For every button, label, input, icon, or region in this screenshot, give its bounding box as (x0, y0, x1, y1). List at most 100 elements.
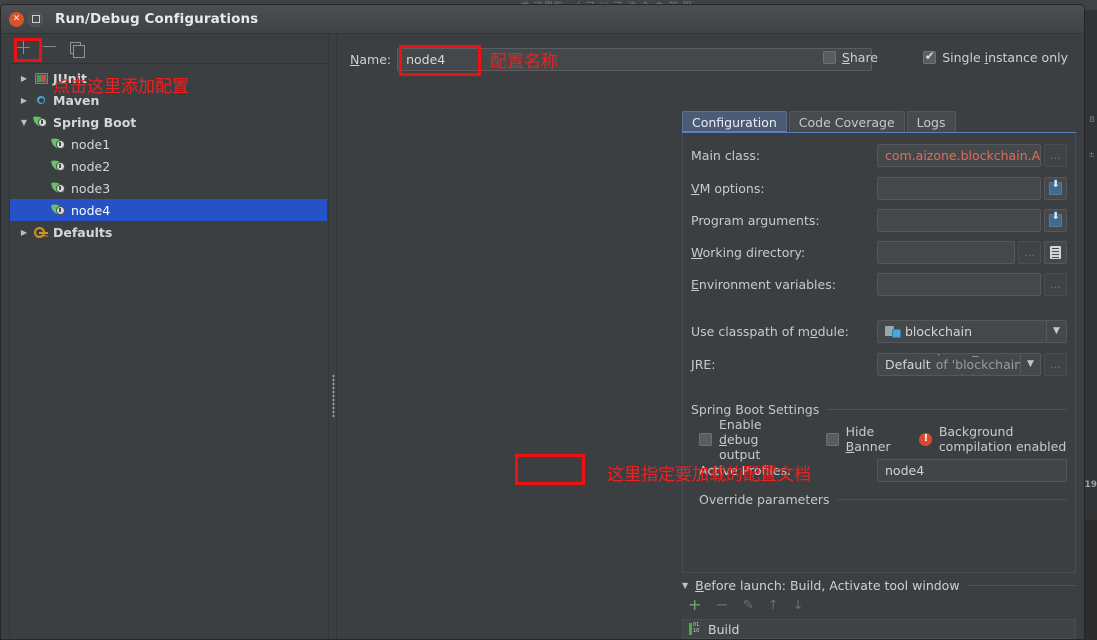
use-classpath-row: Use classpath of module: blockchain ▼ (691, 319, 1067, 343)
configurations-left-panel: + − 点击这里添加配置 ▶ JUnit ▶ Maven ▼ Spring Boot nod… (1, 34, 328, 639)
tree-item-node4[interactable]: node4 (10, 199, 327, 221)
hide-banner-checkbox[interactable] (825, 432, 839, 446)
spring-boot-icon (50, 203, 68, 217)
tree-item-label: node2 (71, 158, 111, 174)
minus-icon: − (41, 33, 58, 58)
background-glyph-2: ± (1088, 150, 1095, 159)
environment-variables-browse-button[interactable]: ... (1044, 272, 1067, 296)
main-class-row: Main class: com.aizone.blockchain.Applic… (691, 143, 1067, 167)
add-configuration-button[interactable]: + (15, 37, 32, 57)
name-input-value: node4 (406, 51, 446, 67)
chevron-down-icon[interactable]: ▼ (682, 581, 688, 590)
working-directory-macros-button[interactable] (1044, 240, 1067, 264)
before-launch-header[interactable]: ▼ Before launch: Build, Activate tool wi… (682, 577, 1076, 593)
defaults-icon (32, 226, 50, 239)
program-arguments-label: Program arguments: (691, 212, 820, 228)
background-glyph-1: B (1089, 115, 1096, 124)
use-classpath-combo[interactable]: blockchain ▼ (877, 319, 1067, 343)
vm-options-input[interactable] (877, 176, 1041, 200)
tree-item-spring-boot[interactable]: ▼ Spring Boot (10, 111, 327, 133)
program-arguments-expand-button[interactable] (1044, 208, 1067, 232)
working-directory-browse-button[interactable]: ... (1018, 240, 1041, 264)
chevron-right-icon[interactable]: ▶ (16, 96, 32, 105)
before-launch-move-down-button[interactable]: ↓ (793, 599, 804, 612)
name-input[interactable]: node4 (397, 47, 873, 71)
tree-item-label: node3 (71, 180, 111, 196)
working-directory-input[interactable] (877, 240, 1015, 264)
before-launch-edit-button[interactable]: ✎ (743, 599, 754, 612)
copy-icon (70, 41, 85, 58)
enable-debug-output-checkbox[interactable] (699, 432, 712, 446)
vm-options-expand-button[interactable] (1044, 176, 1067, 200)
remove-configuration-button[interactable]: − (41, 33, 58, 58)
tree-item-node1[interactable]: node1 (10, 133, 327, 155)
tree-item-defaults[interactable]: ▶ Defaults (10, 221, 327, 243)
active-profiles-input[interactable]: node4 (877, 458, 1067, 482)
vm-options-row: VM options: (691, 176, 1067, 200)
before-launch-item-build[interactable]: Build (683, 620, 1075, 638)
share-checkbox[interactable]: Share (822, 50, 878, 65)
maximize-icon[interactable] (28, 11, 43, 27)
jre-row: JRE: Default (1.8.0_60 - SDK of 'blockch… (691, 352, 1067, 376)
jre-combo[interactable]: Default (1.8.0_60 - SDK of 'blockchain' … (877, 352, 1041, 376)
chevron-down-icon[interactable]: ▼ (1020, 353, 1040, 375)
tree-item-label: node1 (71, 136, 111, 152)
before-launch-add-button[interactable]: + (688, 597, 701, 613)
chevron-right-icon[interactable]: ▶ (16, 228, 32, 237)
environment-variables-row: Environment variables: ... (691, 272, 1067, 296)
environment-variables-input[interactable] (877, 272, 1041, 296)
active-profiles-highlight-box (515, 454, 585, 485)
enable-debug-output-label: Enable debug output (719, 416, 762, 462)
tab-configuration[interactable]: Configuration (682, 111, 787, 133)
configuration-tabs[interactable]: Configuration Code Coverage Logs (682, 111, 956, 133)
module-icon (885, 325, 901, 338)
spring-boot-settings-title: Spring Boot Settings (691, 401, 820, 417)
use-classpath-value: blockchain (905, 323, 973, 339)
panel-splitter[interactable] (328, 34, 337, 639)
environment-variables-label: Environment variables: (691, 276, 836, 292)
jre-value: Default (885, 356, 931, 372)
maven-icon (32, 94, 50, 106)
dialog-body: + − 点击这里添加配置 ▶ JUnit ▶ Maven ▼ Spring Boot nod… (1, 34, 1084, 639)
main-class-input[interactable]: com.aizone.blockchain.Application (877, 143, 1041, 167)
close-icon[interactable]: ✕ (9, 11, 24, 27)
expand-icon (1049, 212, 1062, 227)
before-launch-item-label: Build (708, 621, 740, 637)
working-directory-row: Working directory: ... (691, 240, 1067, 264)
name-label: Name: (350, 51, 392, 67)
tree-item-label: Defaults (53, 224, 113, 240)
jre-browse-button[interactable]: ... (1044, 352, 1067, 376)
before-launch-remove-button[interactable]: − (715, 597, 728, 613)
tab-logs[interactable]: Logs (906, 111, 956, 133)
section-divider (827, 408, 1067, 410)
section-divider (966, 584, 1076, 586)
spring-boot-settings-section: Spring Boot Settings (691, 401, 1067, 417)
configurations-tree[interactable]: ▶ JUnit ▶ Maven ▼ Spring Boot node1 node2 node3 n… (9, 63, 327, 638)
before-launch-title: Before launch: Build, Activate tool wind… (695, 577, 960, 593)
override-parameters-section: Override parameters (699, 491, 1067, 507)
program-arguments-input[interactable] (877, 208, 1041, 232)
background-line-number: 19 (1084, 480, 1097, 490)
expand-icon (1049, 180, 1062, 195)
main-class-browse-button[interactable]: ... (1044, 143, 1067, 167)
name-annotation: 配置名称 (490, 52, 558, 72)
single-instance-checkbox-box[interactable] (923, 50, 937, 64)
chevron-down-icon[interactable]: ▼ (16, 118, 32, 127)
copy-configuration-button[interactable] (67, 39, 85, 58)
splitter-handle[interactable] (332, 374, 335, 418)
tree-item-node3[interactable]: node3 (10, 177, 327, 199)
chevron-right-icon[interactable]: ▶ (16, 74, 32, 83)
vm-options-label: VM options: (691, 180, 765, 196)
spring-boot-checkbox-row: Enable debug output Hide Banner Backgrou… (699, 417, 1067, 462)
share-label: Share (841, 50, 878, 65)
single-instance-checkbox[interactable]: Single instance only (923, 50, 1068, 65)
spring-boot-icon (50, 137, 68, 151)
share-checkbox-box[interactable] (822, 51, 836, 64)
chevron-down-icon[interactable]: ▼ (1046, 320, 1066, 342)
build-icon (689, 622, 702, 635)
before-launch-list[interactable]: Build (682, 619, 1076, 639)
name-row: Name: node4 配置名称 Share Single instance o… (350, 45, 1076, 76)
before-launch-move-up-button[interactable]: ↑ (768, 599, 779, 612)
tree-item-node2[interactable]: node2 (10, 155, 327, 177)
tab-code-coverage[interactable]: Code Coverage (788, 111, 905, 133)
